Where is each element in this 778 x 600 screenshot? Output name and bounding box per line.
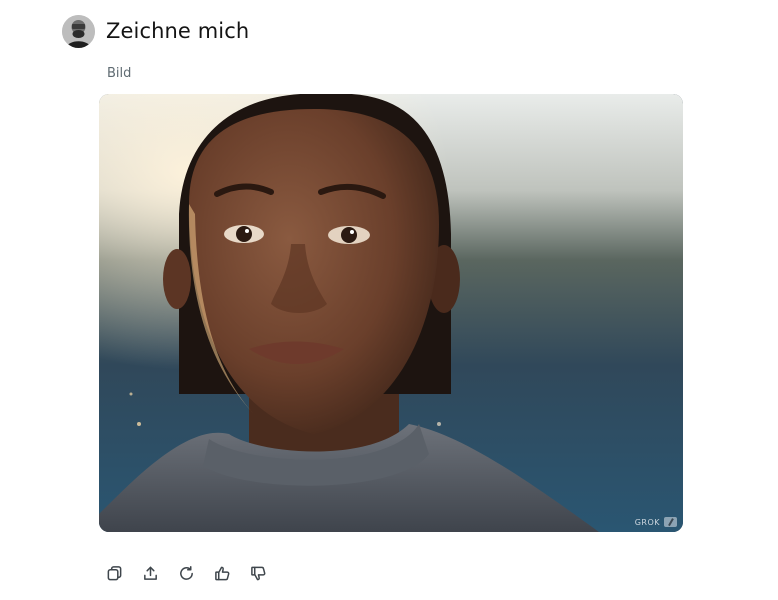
generated-image[interactable]: GROK xyxy=(99,94,683,532)
thumbs-up-button[interactable] xyxy=(212,562,248,584)
page-title: Zeichne mich xyxy=(106,19,250,43)
regenerate-icon xyxy=(180,565,193,580)
message-actions xyxy=(104,562,284,584)
thumbs-down-icon xyxy=(251,566,266,580)
chat-page: Zeichne mich Bild GROK xyxy=(0,0,778,600)
copy-icon xyxy=(107,565,122,580)
portrait-illustration xyxy=(99,94,683,532)
thumbs-up-icon xyxy=(215,566,230,580)
avatar[interactable] xyxy=(62,14,95,48)
image-watermark: GROK xyxy=(635,517,677,527)
copy-button[interactable] xyxy=(104,562,140,584)
share-button[interactable] xyxy=(140,562,176,584)
regenerate-button[interactable] xyxy=(176,562,212,584)
message-header: Zeichne mich xyxy=(62,14,249,48)
grok-edit-icon[interactable] xyxy=(664,517,677,527)
thumbs-down-button[interactable] xyxy=(248,562,284,584)
watermark-label: GROK xyxy=(634,517,660,527)
message-subtitle: Bild xyxy=(107,66,132,81)
share-icon xyxy=(144,566,157,580)
